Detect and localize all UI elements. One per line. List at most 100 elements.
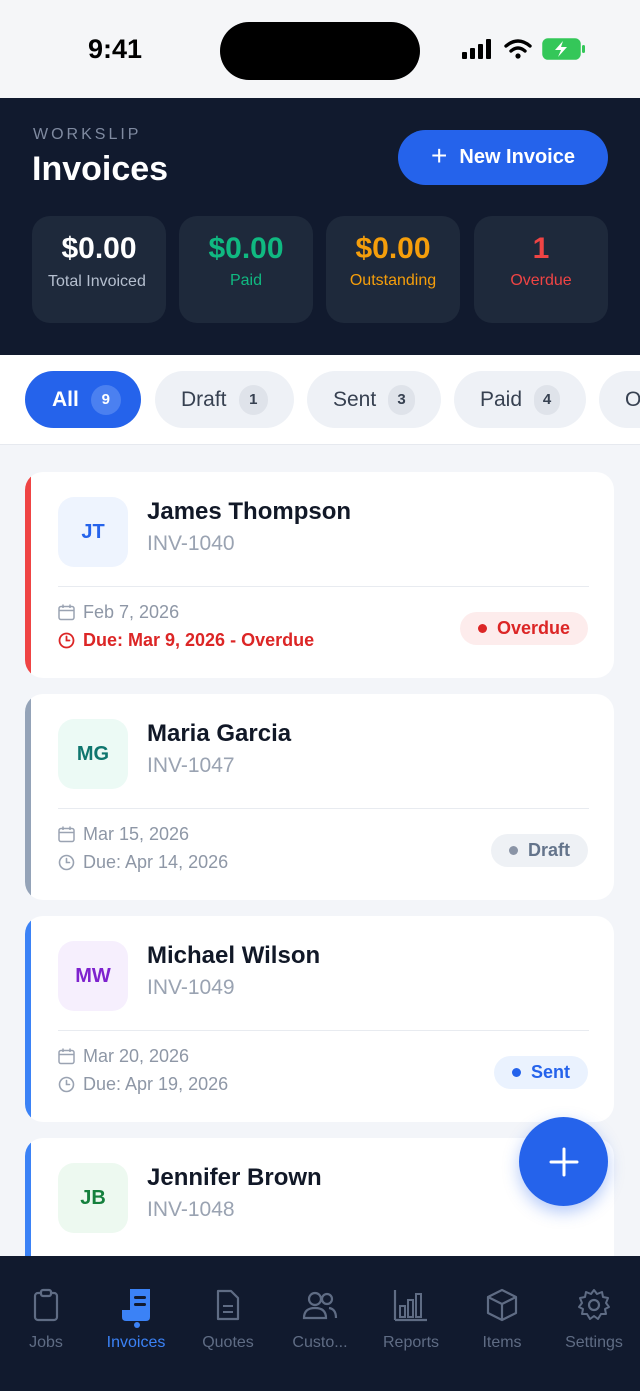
add-invoice-fab[interactable] xyxy=(519,1117,608,1206)
stat-value: $0.00 xyxy=(61,232,137,265)
filter-tab-label: All xyxy=(52,387,79,411)
status-badge: Sent xyxy=(493,1056,588,1089)
calendar-icon xyxy=(58,1048,75,1065)
invoices-header: WORKSLIP Invoices + New Invoice $0.00 To… xyxy=(0,98,640,355)
gear-icon xyxy=(578,1289,610,1320)
filter-tab-paid[interactable]: Paid 4 xyxy=(454,371,586,428)
nav-label: Invoices xyxy=(106,1334,166,1351)
status-label: Draft xyxy=(527,840,570,860)
filter-tab-count: 4 xyxy=(534,384,560,415)
status-label: Sent xyxy=(530,1062,570,1082)
box-icon xyxy=(486,1288,518,1322)
filter-tab-sent[interactable]: Sent 3 xyxy=(307,371,441,428)
status-dot xyxy=(508,846,518,855)
invoice-card[interactable]: JT James Thompson INV-1040 Feb 7, 2026 D… xyxy=(25,472,614,678)
nav-jobs[interactable]: Jobs xyxy=(0,1286,92,1352)
status-filter-tabs: All 9 Draft 1 Sent 3 Paid 4 O xyxy=(0,355,640,445)
due-date: Due: Mar 9, 2026 - Overdue xyxy=(83,630,315,650)
nav-customers[interactable]: Custo... xyxy=(274,1286,366,1352)
invoice-card[interactable]: MW Michael Wilson INV-1049 Mar 20, 2026 … xyxy=(25,916,614,1122)
filter-tab-draft[interactable]: Draft 1 xyxy=(155,371,294,428)
invoice-card[interactable]: MG Maria Garcia INV-1047 Mar 15, 2026 Du… xyxy=(25,694,614,900)
nav-label: Jobs xyxy=(29,1334,63,1351)
status-stripe xyxy=(25,916,31,1122)
filter-tab-count: 3 xyxy=(388,384,415,415)
clock-icon xyxy=(58,632,75,649)
issue-date-row: Mar 15, 2026 xyxy=(58,824,189,845)
status-bar: 9:41 xyxy=(0,0,640,98)
status-stripe xyxy=(25,694,31,900)
receipt-icon xyxy=(122,1289,150,1321)
stat-value: $0.00 xyxy=(208,232,284,265)
filter-tab-overdue[interactable]: O xyxy=(599,371,640,428)
nav-label: Custo... xyxy=(292,1334,348,1351)
filter-tab-label: Sent xyxy=(333,387,377,411)
invoice-number: INV-1047 xyxy=(147,754,235,777)
avatar: JB xyxy=(58,1163,128,1233)
due-date-row: Due: Apr 14, 2026 xyxy=(58,852,228,873)
nav-label: Quotes xyxy=(202,1334,254,1351)
status-time: 9:41 xyxy=(88,34,143,64)
stat-label: Total Invoiced xyxy=(48,273,146,290)
nav-label: Settings xyxy=(565,1334,623,1351)
nav-settings[interactable]: Settings xyxy=(548,1286,640,1352)
filter-tab-label: Paid xyxy=(480,387,523,411)
customer-name: Jennifer Brown xyxy=(147,1164,322,1191)
signal-icon xyxy=(462,39,491,59)
stat-value: 1 xyxy=(532,232,550,265)
invoice-number: INV-1048 xyxy=(147,1198,235,1221)
avatar: JT xyxy=(58,497,128,567)
stat-outstanding: $0.00 Outstanding xyxy=(326,216,460,323)
stat-overdue: 1 Overdue xyxy=(474,216,608,323)
filter-tab-count: 1 xyxy=(238,384,268,415)
brand-label: WORKSLIP xyxy=(33,126,142,143)
calendar-icon xyxy=(58,826,75,843)
active-tab-indicator xyxy=(134,1322,140,1328)
nav-invoices[interactable]: Invoices xyxy=(90,1286,182,1352)
stat-value: $0.00 xyxy=(355,232,431,265)
users-icon xyxy=(302,1291,338,1320)
nav-items[interactable]: Items xyxy=(456,1286,548,1352)
status-stripe xyxy=(25,472,31,678)
divider xyxy=(58,1030,589,1031)
avatar: MW xyxy=(58,941,128,1011)
customer-name: Maria Garcia xyxy=(147,720,292,747)
stat-total-invoiced: $0.00 Total Invoiced xyxy=(32,216,166,323)
issue-date: Mar 15, 2026 xyxy=(83,824,190,844)
clipboard-icon xyxy=(33,1288,59,1322)
issue-date-row: Mar 20, 2026 xyxy=(58,1046,189,1067)
due-date: Due: Apr 14, 2026 xyxy=(83,852,229,872)
nav-label: Reports xyxy=(382,1334,440,1351)
status-badge: Overdue xyxy=(459,612,588,645)
stat-label: Paid xyxy=(229,272,263,289)
status-badge: Draft xyxy=(490,834,588,867)
nav-quotes[interactable]: Quotes xyxy=(182,1286,274,1352)
document-icon xyxy=(216,1289,240,1321)
clock-icon xyxy=(58,1076,75,1093)
status-dot xyxy=(477,624,487,633)
due-date: Due: Apr 19, 2026 xyxy=(83,1074,229,1094)
issue-date: Feb 7, 2026 xyxy=(83,602,180,622)
page-title: Invoices xyxy=(32,150,169,188)
customer-name: Michael Wilson xyxy=(147,942,321,969)
nav-reports[interactable]: Reports xyxy=(365,1286,457,1352)
issue-date: Mar 20, 2026 xyxy=(83,1046,190,1066)
calendar-icon xyxy=(58,604,75,621)
filter-tab-label: Draft xyxy=(181,387,227,411)
status-dot xyxy=(511,1068,521,1077)
filter-tab-all[interactable]: All 9 xyxy=(25,371,141,428)
status-icons xyxy=(462,38,586,60)
clock-icon xyxy=(58,854,75,871)
plus-icon: + xyxy=(431,140,448,171)
new-invoice-label: New Invoice xyxy=(459,146,575,168)
nav-label: Items xyxy=(482,1334,522,1351)
stat-paid: $0.00 Paid xyxy=(179,216,313,323)
due-date-row: Due: Mar 9, 2026 - Overdue xyxy=(58,630,314,651)
stat-label: Outstanding xyxy=(349,272,437,289)
battery-icon xyxy=(542,38,585,60)
avatar: MG xyxy=(58,719,128,789)
bar-chart-icon xyxy=(393,1290,427,1322)
new-invoice-button[interactable]: + New Invoice xyxy=(398,130,608,185)
dynamic-island xyxy=(220,22,420,80)
wifi-icon xyxy=(504,39,532,59)
